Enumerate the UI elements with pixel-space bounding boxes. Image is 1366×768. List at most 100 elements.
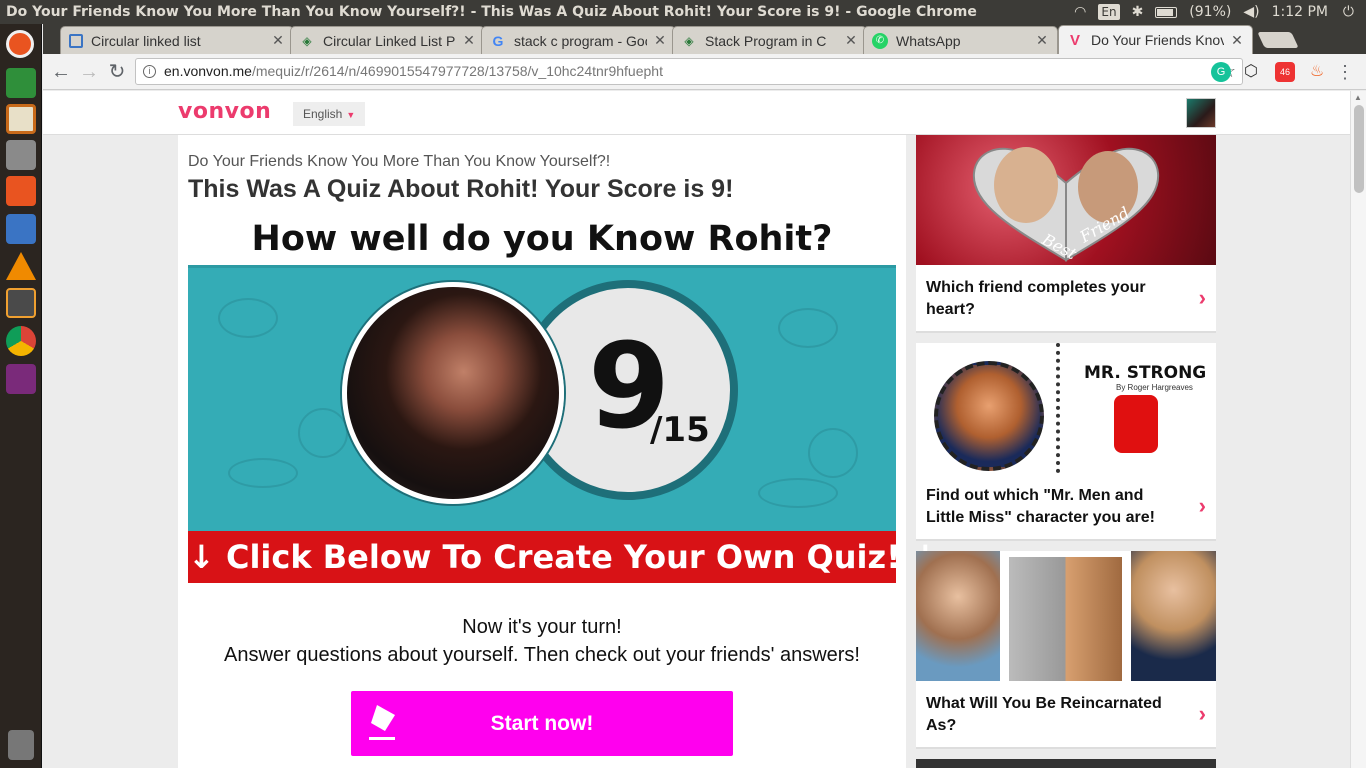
workspace-switcher-icon[interactable] [6, 364, 36, 394]
tab-3[interactable]: ◈ Stack Program in C ✕ [672, 26, 867, 54]
mr-strong-author: By Roger Hargreaves [1116, 383, 1193, 392]
quiz-card-partial[interactable] [916, 759, 1216, 768]
battery-percent: (91%) [1189, 4, 1232, 20]
create-quiz-banner: ↓ Click Below To Create Your Own Quiz! ↓ [188, 531, 939, 583]
page-icon [69, 33, 83, 48]
forward-icon[interactable]: → [77, 60, 101, 84]
score-panel: 9 /15 [188, 265, 896, 531]
quiz-card-title: Find out which "Mr. Men and Little Miss"… [926, 487, 1155, 526]
keyboard-layout-indicator[interactable]: En [1098, 4, 1120, 20]
result-banner: How well do you Know Rohit? 9 /15 ↓ Clic… [188, 215, 939, 583]
vlc-icon[interactable] [6, 252, 36, 280]
close-icon[interactable]: ✕ [1035, 32, 1049, 49]
site-header: vonvon English ▼ [43, 91, 1350, 135]
caret-down-icon: ▼ [346, 110, 356, 120]
whatsapp-icon: ✆ [872, 32, 888, 49]
address-bar[interactable]: i en.vonvon.me/mequiz/r/2614/n/469901554… [135, 58, 1243, 85]
power-icon[interactable]: ⏻ [1343, 0, 1354, 24]
banner-title: How well do you Know Rohit? [251, 219, 833, 259]
reincarnation-image [916, 551, 1216, 681]
pattern-doodle [298, 408, 348, 458]
pattern-doodle [778, 308, 838, 348]
presentation-app-icon[interactable] [6, 104, 36, 134]
close-icon[interactable]: ✕ [653, 32, 667, 49]
scroll-up-icon[interactable]: ▲ [1354, 93, 1362, 102]
volume-icon[interactable]: ◀) [1243, 0, 1259, 24]
software-center-icon[interactable] [6, 176, 36, 206]
pattern-doodle [758, 478, 838, 508]
profile-photo [342, 282, 564, 504]
user-avatar[interactable] [1186, 98, 1216, 128]
start-now-label: Start now! [490, 712, 594, 735]
quiz-card[interactable]: MR. STRONG By Roger Hargreaves Find out … [916, 343, 1216, 541]
vonvon-logo[interactable]: vonvon [178, 99, 271, 124]
language-selector[interactable]: English ▼ [293, 102, 366, 126]
info-icon[interactable]: i [143, 65, 156, 78]
tab-0[interactable]: Circular linked list ✕ [60, 26, 294, 54]
score-total: /15 [650, 410, 710, 450]
grammarly-icon[interactable]: G [1211, 62, 1231, 82]
photo-middle [1009, 557, 1122, 681]
tab-2[interactable]: G stack c program - Goo ✕ [481, 26, 676, 54]
scrollbar-thumb[interactable] [1354, 105, 1364, 193]
tab-label: Circular linked list [91, 32, 201, 49]
system-tray: ◠ En ✱ (91%) ◀) 1:12 PM [1074, 0, 1366, 24]
language-label: English [303, 107, 343, 121]
tab-4[interactable]: ✆ WhatsApp ✕ [863, 26, 1058, 54]
pattern-doodle [228, 458, 298, 488]
back-icon[interactable]: ← [49, 60, 73, 84]
pencil-icon [369, 705, 395, 740]
chevron-right-icon: › [1198, 493, 1206, 518]
diamond-icon: ◈ [302, 33, 312, 48]
close-icon[interactable]: ✕ [844, 32, 858, 49]
writer-app-icon[interactable] [6, 214, 36, 244]
window-title: Do Your Friends Know You More Than You K… [6, 4, 977, 20]
tab-label: Stack Program in C [705, 32, 827, 49]
mr-strong-figure [1114, 395, 1158, 453]
ubuntu-dash-icon[interactable] [6, 30, 34, 58]
close-icon[interactable]: ✕ [271, 32, 285, 49]
clock[interactable]: 1:12 PM [1272, 0, 1328, 24]
cube-extension-icon[interactable]: ⬡ [1241, 62, 1261, 82]
google-icon: G [492, 32, 504, 49]
heart-pendant-image: Best Friend [916, 135, 1216, 265]
files-app-icon[interactable] [6, 140, 36, 170]
tab-label: stack c program - Goo [514, 32, 647, 49]
extension-badge-icon[interactable]: 46 [1275, 62, 1295, 82]
tab-1[interactable]: ◈ Circular Linked List P ✕ [290, 26, 485, 54]
mr-men-image: MR. STRONG By Roger Hargreaves [916, 343, 1216, 473]
photo-left [916, 551, 1000, 681]
quiz-subtitle: Do Your Friends Know You More Than You K… [188, 153, 611, 170]
bluetooth-icon[interactable]: ✱ [1132, 0, 1144, 24]
spreadsheet-app-icon[interactable] [6, 68, 36, 98]
sublime-text-icon[interactable] [6, 288, 36, 318]
turn-text: Now it's your turn! [462, 616, 622, 638]
url-host: en.vonvon.me [164, 63, 252, 79]
portrait-circle [934, 361, 1044, 471]
page-scrollbar[interactable]: ▲ [1350, 91, 1366, 768]
close-icon[interactable]: ✕ [462, 32, 476, 49]
launcher [0, 24, 42, 768]
tab-5-active[interactable]: V Do Your Friends Knov ✕ [1058, 25, 1253, 54]
reload-icon[interactable]: ↻ [105, 60, 129, 84]
mr-strong-title: MR. STRONG [1084, 363, 1207, 383]
url-path: /mequiz/r/2614/n/4699015547977728/13758/… [251, 63, 663, 79]
menu-icon[interactable]: ⋮ [1333, 60, 1357, 84]
chrome-app-icon[interactable] [6, 326, 36, 356]
start-now-button[interactable]: Start now! [351, 691, 733, 756]
notebook-spiral [1056, 343, 1064, 473]
close-icon[interactable]: ✕ [1230, 32, 1244, 49]
fire-extension-icon[interactable]: ♨ [1307, 62, 1327, 82]
tab-label: Do Your Friends Knov [1091, 32, 1224, 48]
quiz-result-panel: Do Your Friends Know You More Than You K… [178, 135, 939, 768]
quiz-card-title: Which friend completes your heart? [926, 279, 1146, 318]
pattern-doodle [218, 298, 278, 338]
turn-instructions: Answer questions about yourself. Then ch… [223, 644, 860, 666]
new-tab-button[interactable] [1257, 32, 1299, 48]
trash-icon[interactable] [8, 730, 34, 760]
quiz-card[interactable]: What Will You Be Reincarnated As? › [916, 551, 1216, 749]
browser-toolbar: ← → ↻ i en.vonvon.me/mequiz/r/2614/n/469… [43, 54, 1366, 90]
quiz-card[interactable]: Best Friend Which friend completes your … [916, 135, 1216, 333]
battery-icon[interactable] [1155, 0, 1178, 24]
wifi-icon[interactable]: ◠ [1074, 0, 1086, 24]
